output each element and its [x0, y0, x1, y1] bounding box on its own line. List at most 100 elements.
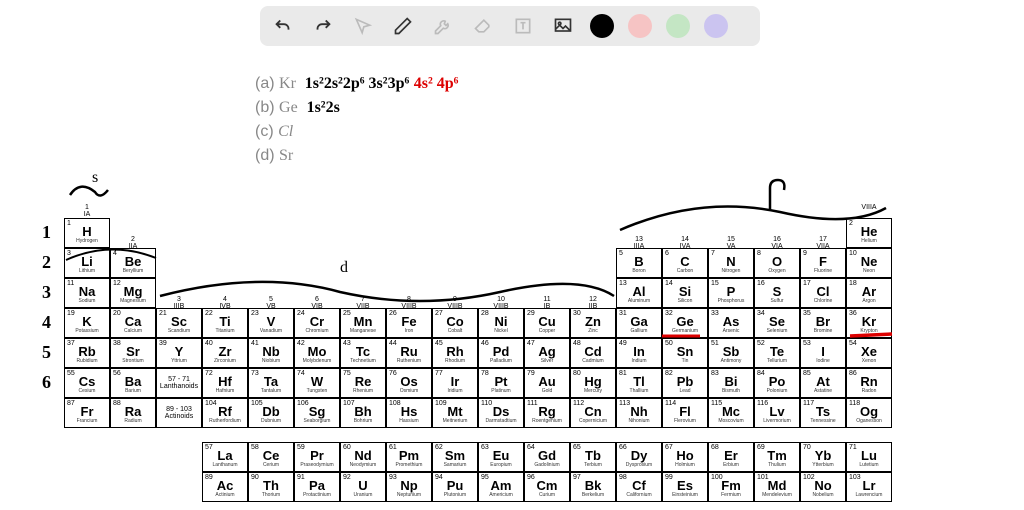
element-Rb: 37RbRubidium [64, 338, 110, 368]
element-Hg: 80HgMercury [570, 368, 616, 398]
element-B: 5BBoron [616, 248, 662, 278]
group-label-g9: 9VIIIB [432, 296, 478, 310]
element-P: 15PPhosphorus [708, 278, 754, 308]
element-Sm: 62SmSamarium [432, 442, 478, 472]
element-Rn: 86RnRadon [846, 368, 892, 398]
s-label: s [92, 169, 98, 186]
color-pink[interactable] [628, 14, 652, 38]
eraser-tool[interactable] [470, 13, 496, 39]
color-green[interactable] [666, 14, 690, 38]
element-Se: 34SeSelenium [754, 308, 800, 338]
element-Am: 95AmAmericium [478, 472, 524, 502]
color-purple[interactable] [704, 14, 728, 38]
element-Zn: 30ZnZinc [570, 308, 616, 338]
element-Kr: 36KrKrypton [846, 308, 892, 338]
element-Yb: 70YbYtterbium [800, 442, 846, 472]
group-label-g1: 1IA [64, 204, 110, 218]
element-Si: 14SiSilicon [662, 278, 708, 308]
group-label-g3: 3IIIB [156, 296, 202, 310]
element-Fe: 26FeIron [386, 308, 432, 338]
element-Bh: 107BhBohrium [340, 398, 386, 428]
element-Db: 105DbDubnium [248, 398, 294, 428]
text-tool[interactable] [510, 13, 536, 39]
element-Ru: 44RuRuthenium [386, 338, 432, 368]
element-C: 6CCarbon [662, 248, 708, 278]
element-Fm: 100FmFermium [708, 472, 754, 502]
element-Ce: 58CeCerium [248, 442, 294, 472]
row-num-6: 6 [42, 372, 51, 393]
q-b-label: (b) [255, 99, 275, 116]
element-N: 7NNitrogen [708, 248, 754, 278]
element-Rf: 104RfRutherfordium [202, 398, 248, 428]
element-Au: 79AuGold [524, 368, 570, 398]
element-Dy: 66DyDysprosium [616, 442, 662, 472]
element-Es: 99EsEinsteinium [662, 472, 708, 502]
element-As: 33AsArsenic [708, 308, 754, 338]
element-Pd: 46PdPalladium [478, 338, 524, 368]
p-label-stroke [770, 180, 784, 210]
element-Ts: 117TsTennessine [800, 398, 846, 428]
element-F: 9FFluorine [800, 248, 846, 278]
color-black[interactable] [590, 14, 614, 38]
element-Os: 76OsOsmium [386, 368, 432, 398]
element-Sc: 21ScScandium [156, 308, 202, 338]
element-Hs: 108HsHassium [386, 398, 432, 428]
element-Po: 84PoPolonium [754, 368, 800, 398]
element-Nd: 60NdNeodymium [340, 442, 386, 472]
s-block-curve [70, 187, 108, 196]
element-W: 74WTungsten [294, 368, 340, 398]
element-Al: 13AlAluminum [616, 278, 662, 308]
element-Hf: 72HfHafnium [202, 368, 248, 398]
element-Rg: 111RgRoentgenium [524, 398, 570, 428]
element-At: 85AtAstatine [800, 368, 846, 398]
undo-button[interactable] [270, 13, 296, 39]
element-Lr: 103LrLawrencium [846, 472, 892, 502]
image-tool[interactable] [550, 13, 576, 39]
group-label-g12: 12IIB [570, 296, 616, 310]
element-Ta: 73TaTantalum [248, 368, 294, 398]
element-Ds: 110DsDarmstadtium [478, 398, 524, 428]
fblock-table: 57LaLanthanum58CeCerium59PrPraseodymium6… [202, 442, 892, 502]
group-label-g13: 13IIIA [616, 236, 662, 250]
group-label-g18: VIIIA [846, 204, 892, 211]
element-Mo: 42MoMolybdenum [294, 338, 340, 368]
pointer-tool[interactable] [350, 13, 376, 39]
element-Md: 101MdMendelevium [754, 472, 800, 502]
element-Re: 75ReRhenium [340, 368, 386, 398]
element-Fr: 87FrFrancium [64, 398, 110, 428]
element-Ra: 88RaRadium [110, 398, 156, 428]
redo-button[interactable] [310, 13, 336, 39]
element-H: 1HHydrogen [64, 218, 110, 248]
element-Cr: 24CrChromium [294, 308, 340, 338]
tools-icon[interactable] [430, 13, 456, 39]
element-Np: 93NpNeptunium [386, 472, 432, 502]
element-Cu: 29CuCopper [524, 308, 570, 338]
element-Na: 11NaSodium [64, 278, 110, 308]
group-label-g16: 16VIA [754, 236, 800, 250]
group-label-g10: 10VIIIB [478, 296, 524, 310]
element-Tl: 81TlThallium [616, 368, 662, 398]
element-Tb: 65TbTerbium [570, 442, 616, 472]
element-Sb: 51SbAntimony [708, 338, 754, 368]
element-Br: 35BrBromine [800, 308, 846, 338]
element-Ir: 77IrIridium [432, 368, 478, 398]
element-Cd: 48CdCadmium [570, 338, 616, 368]
lanth-gap: 89 - 103 Actinoids [156, 398, 202, 428]
element-Pm: 61PmPromethium [386, 442, 432, 472]
element-Pu: 94PuPlutonium [432, 472, 478, 502]
q-b-work-black: 1s²2s [307, 99, 340, 116]
element-Sr: 38SrStrontium [110, 338, 156, 368]
row-num-2: 2 [42, 252, 51, 273]
element-Og: 118OgOganesson [846, 398, 892, 428]
element-Ag: 47AgSilver [524, 338, 570, 368]
row-num-5: 5 [42, 342, 51, 363]
element-Mn: 25MnManganese [340, 308, 386, 338]
element-He: 2HeHelium [846, 218, 892, 248]
element-V: 23VVanadium [248, 308, 294, 338]
lanth-gap: 57 - 71 Lanthanoids [156, 368, 202, 398]
element-La: 57LaLanthanum [202, 442, 248, 472]
group-label-g14: 14IVA [662, 236, 708, 250]
pencil-tool[interactable] [390, 13, 416, 39]
element-Mg: 12MgMagnesium [110, 278, 156, 308]
element-Gd: 64GdGadolinium [524, 442, 570, 472]
